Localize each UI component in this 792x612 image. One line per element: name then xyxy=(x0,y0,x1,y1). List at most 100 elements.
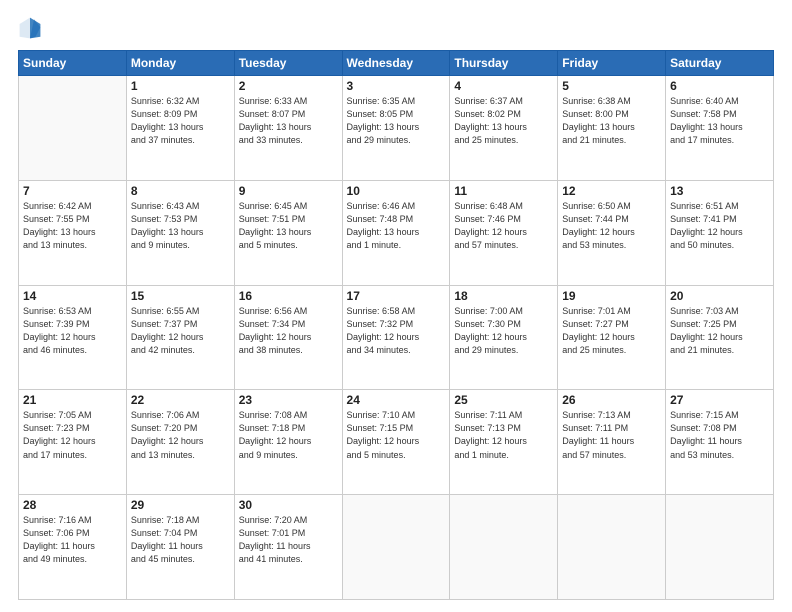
day-info: Sunrise: 7:18 AM Sunset: 7:04 PM Dayligh… xyxy=(131,514,230,566)
calendar-week-0: 1Sunrise: 6:32 AM Sunset: 8:09 PM Daylig… xyxy=(19,76,774,181)
weekday-header-monday: Monday xyxy=(126,51,234,76)
day-info: Sunrise: 7:05 AM Sunset: 7:23 PM Dayligh… xyxy=(23,409,122,461)
calendar-week-2: 14 Sunrise: 6:53 AM Sunset: 7:39 PM Dayli… xyxy=(19,285,774,390)
day-number: 23 xyxy=(239,393,338,407)
day-info: Sunrise: 6:37 AM Sunset: 8:02 PM Dayligh… xyxy=(454,95,553,147)
calendar-cell: 4 Sunrise: 6:37 AM Sunset: 8:02 PM Daylig… xyxy=(450,76,558,181)
calendar-cell: 27 Sunrise: 7:15 AM Sunset: 7:08 PM Dayli… xyxy=(666,390,774,495)
calendar-cell: 29 Sunrise: 7:18 AM Sunset: 7:04 PM Dayli… xyxy=(126,495,234,600)
calendar-week-4: 28Sunrise: 7:16 AM Sunset: 7:06 PM Dayli… xyxy=(19,495,774,600)
day-number: 3 xyxy=(347,79,446,93)
calendar-cell: 26 Sunrise: 7:13 AM Sunset: 7:11 PM Dayli… xyxy=(558,390,666,495)
day-number: 10 xyxy=(347,184,446,198)
day-number: 30 xyxy=(239,498,338,512)
calendar-cell: 18 Sunrise: 7:00 AM Sunset: 7:30 PM Dayli… xyxy=(450,285,558,390)
day-number: 16 xyxy=(239,289,338,303)
day-number: 19 xyxy=(562,289,661,303)
calendar-cell xyxy=(342,495,450,600)
calendar-cell: 17 Sunrise: 6:58 AM Sunset: 7:32 PM Dayli… xyxy=(342,285,450,390)
calendar-cell: 24 Sunrise: 7:10 AM Sunset: 7:15 PM Dayli… xyxy=(342,390,450,495)
weekday-header-saturday: Saturday xyxy=(666,51,774,76)
day-number: 13 xyxy=(670,184,769,198)
day-number: 6 xyxy=(670,79,769,93)
day-info: Sunrise: 6:35 AM Sunset: 8:05 PM Dayligh… xyxy=(347,95,446,147)
day-info: Sunrise: 6:58 AM Sunset: 7:32 PM Dayligh… xyxy=(347,305,446,357)
calendar-cell: 12Sunrise: 6:50 AM Sunset: 7:44 PM Dayli… xyxy=(558,180,666,285)
calendar-cell: 16 Sunrise: 6:56 AM Sunset: 7:34 PM Dayli… xyxy=(234,285,342,390)
day-number: 2 xyxy=(239,79,338,93)
calendar-cell xyxy=(558,495,666,600)
day-info: Sunrise: 6:45 AM Sunset: 7:51 PM Dayligh… xyxy=(239,200,338,252)
day-number: 26 xyxy=(562,393,661,407)
calendar-cell: 13Sunrise: 6:51 AM Sunset: 7:41 PM Dayli… xyxy=(666,180,774,285)
calendar-cell: 20 Sunrise: 7:03 AM Sunset: 7:25 PM Dayli… xyxy=(666,285,774,390)
calendar-cell: 5 Sunrise: 6:38 AM Sunset: 8:00 PM Daylig… xyxy=(558,76,666,181)
calendar-cell: 1Sunrise: 6:32 AM Sunset: 8:09 PM Daylig… xyxy=(126,76,234,181)
calendar-cell xyxy=(19,76,127,181)
day-info: Sunrise: 6:33 AM Sunset: 8:07 PM Dayligh… xyxy=(239,95,338,147)
calendar-cell: 23 Sunrise: 7:08 AM Sunset: 7:18 PM Dayli… xyxy=(234,390,342,495)
day-number: 28 xyxy=(23,498,122,512)
day-info: Sunrise: 7:06 AM Sunset: 7:20 PM Dayligh… xyxy=(131,409,230,461)
calendar-cell: 28Sunrise: 7:16 AM Sunset: 7:06 PM Dayli… xyxy=(19,495,127,600)
logo xyxy=(18,16,46,40)
day-info: Sunrise: 7:20 AM Sunset: 7:01 PM Dayligh… xyxy=(239,514,338,566)
day-info: Sunrise: 7:03 AM Sunset: 7:25 PM Dayligh… xyxy=(670,305,769,357)
calendar-cell: 30 Sunrise: 7:20 AM Sunset: 7:01 PM Dayli… xyxy=(234,495,342,600)
weekday-header-wednesday: Wednesday xyxy=(342,51,450,76)
calendar-cell: 10 Sunrise: 6:46 AM Sunset: 7:48 PM Dayli… xyxy=(342,180,450,285)
day-number: 20 xyxy=(670,289,769,303)
day-info: Sunrise: 7:00 AM Sunset: 7:30 PM Dayligh… xyxy=(454,305,553,357)
day-number: 27 xyxy=(670,393,769,407)
calendar-cell: 25Sunrise: 7:11 AM Sunset: 7:13 PM Dayli… xyxy=(450,390,558,495)
calendar-cell xyxy=(450,495,558,600)
calendar-cell: 14 Sunrise: 6:53 AM Sunset: 7:39 PM Dayli… xyxy=(19,285,127,390)
day-number: 14 xyxy=(23,289,122,303)
day-info: Sunrise: 7:08 AM Sunset: 7:18 PM Dayligh… xyxy=(239,409,338,461)
calendar-cell: 19 Sunrise: 7:01 AM Sunset: 7:27 PM Dayli… xyxy=(558,285,666,390)
calendar-cell: 6 Sunrise: 6:40 AM Sunset: 7:58 PM Daylig… xyxy=(666,76,774,181)
day-info: Sunrise: 7:11 AM Sunset: 7:13 PM Dayligh… xyxy=(454,409,553,461)
day-info: Sunrise: 6:43 AM Sunset: 7:53 PM Dayligh… xyxy=(131,200,230,252)
day-number: 18 xyxy=(454,289,553,303)
day-info: Sunrise: 6:40 AM Sunset: 7:58 PM Dayligh… xyxy=(670,95,769,147)
day-number: 11 xyxy=(454,184,553,198)
day-number: 5 xyxy=(562,79,661,93)
day-info: Sunrise: 6:46 AM Sunset: 7:48 PM Dayligh… xyxy=(347,200,446,252)
day-number: 7 xyxy=(23,184,122,198)
calendar-cell: 2 Sunrise: 6:33 AM Sunset: 8:07 PM Daylig… xyxy=(234,76,342,181)
day-info: Sunrise: 7:13 AM Sunset: 7:11 PM Dayligh… xyxy=(562,409,661,461)
day-number: 9 xyxy=(239,184,338,198)
day-info: Sunrise: 6:56 AM Sunset: 7:34 PM Dayligh… xyxy=(239,305,338,357)
day-info: Sunrise: 7:10 AM Sunset: 7:15 PM Dayligh… xyxy=(347,409,446,461)
calendar-cell: 15 Sunrise: 6:55 AM Sunset: 7:37 PM Dayli… xyxy=(126,285,234,390)
calendar-cell: 21Sunrise: 7:05 AM Sunset: 7:23 PM Dayli… xyxy=(19,390,127,495)
day-number: 29 xyxy=(131,498,230,512)
day-info: Sunrise: 7:01 AM Sunset: 7:27 PM Dayligh… xyxy=(562,305,661,357)
day-info: Sunrise: 6:48 AM Sunset: 7:46 PM Dayligh… xyxy=(454,200,553,252)
day-info: Sunrise: 6:55 AM Sunset: 7:37 PM Dayligh… xyxy=(131,305,230,357)
day-info: Sunrise: 6:53 AM Sunset: 7:39 PM Dayligh… xyxy=(23,305,122,357)
weekday-header-friday: Friday xyxy=(558,51,666,76)
day-number: 8 xyxy=(131,184,230,198)
calendar-cell: 22Sunrise: 7:06 AM Sunset: 7:20 PM Dayli… xyxy=(126,390,234,495)
calendar-cell: 8 Sunrise: 6:43 AM Sunset: 7:53 PM Daylig… xyxy=(126,180,234,285)
calendar-cell xyxy=(666,495,774,600)
logo-icon xyxy=(18,16,42,40)
day-info: Sunrise: 6:38 AM Sunset: 8:00 PM Dayligh… xyxy=(562,95,661,147)
calendar-table: SundayMondayTuesdayWednesdayThursdayFrid… xyxy=(18,50,774,600)
weekday-header-row: SundayMondayTuesdayWednesdayThursdayFrid… xyxy=(19,51,774,76)
weekday-header-tuesday: Tuesday xyxy=(234,51,342,76)
day-info: Sunrise: 7:15 AM Sunset: 7:08 PM Dayligh… xyxy=(670,409,769,461)
day-number: 15 xyxy=(131,289,230,303)
calendar-week-1: 7Sunrise: 6:42 AM Sunset: 7:55 PM Daylig… xyxy=(19,180,774,285)
day-number: 17 xyxy=(347,289,446,303)
day-number: 12 xyxy=(562,184,661,198)
calendar-cell: 11 Sunrise: 6:48 AM Sunset: 7:46 PM Dayli… xyxy=(450,180,558,285)
weekday-header-thursday: Thursday xyxy=(450,51,558,76)
day-number: 4 xyxy=(454,79,553,93)
calendar-cell: 3 Sunrise: 6:35 AM Sunset: 8:05 PM Daylig… xyxy=(342,76,450,181)
calendar-cell: 7Sunrise: 6:42 AM Sunset: 7:55 PM Daylig… xyxy=(19,180,127,285)
calendar-week-3: 21Sunrise: 7:05 AM Sunset: 7:23 PM Dayli… xyxy=(19,390,774,495)
day-number: 24 xyxy=(347,393,446,407)
